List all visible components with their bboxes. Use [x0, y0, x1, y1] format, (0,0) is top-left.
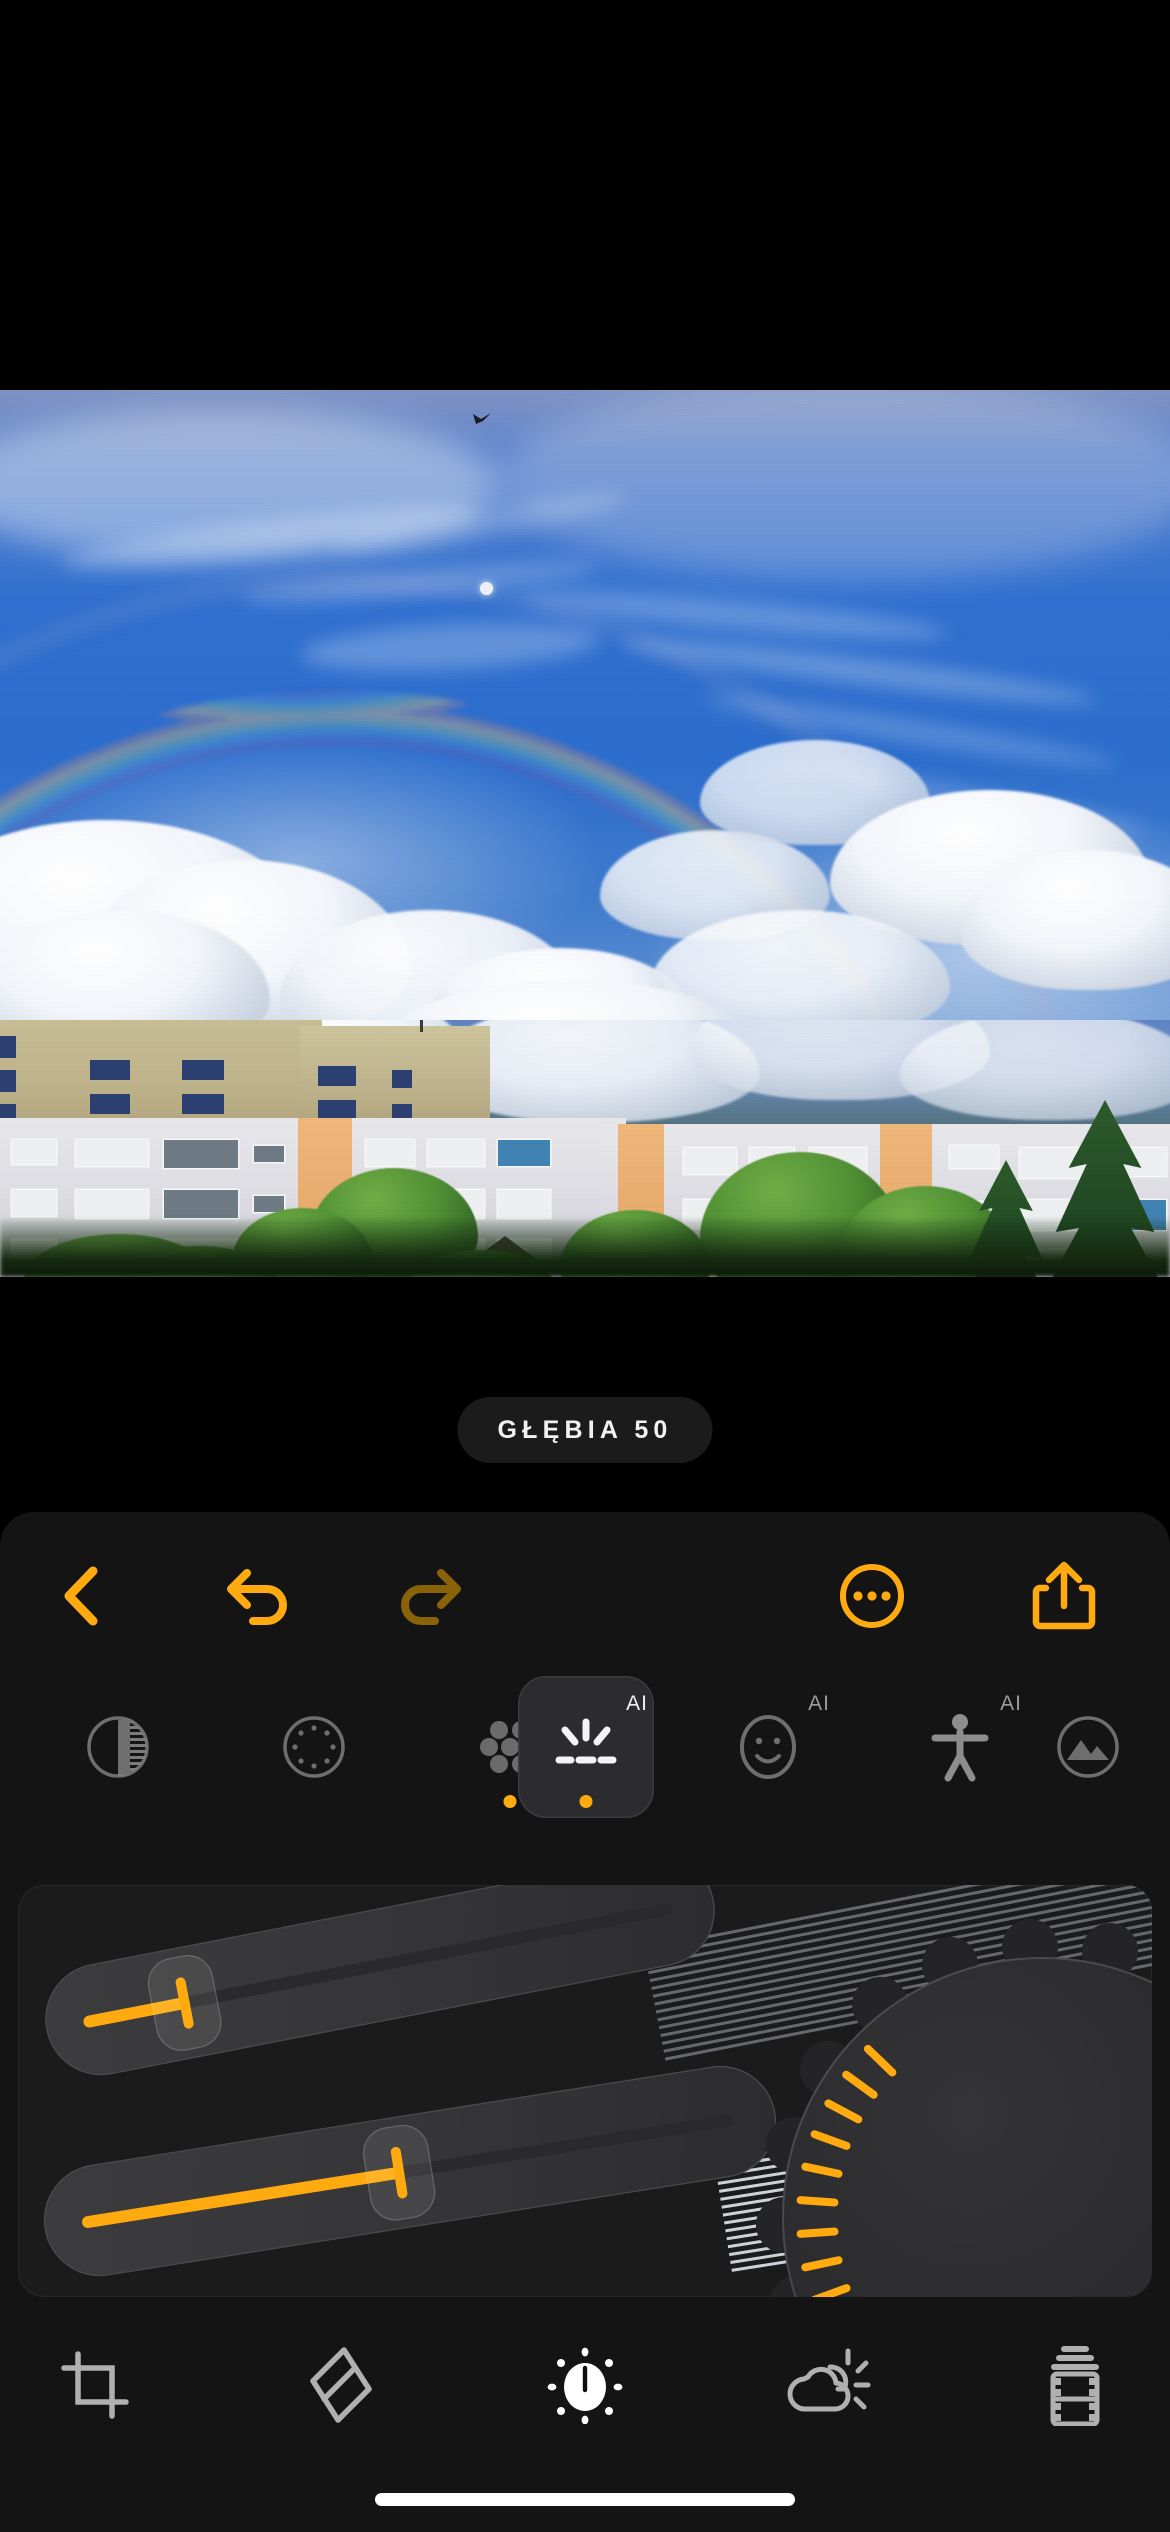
bird: [472, 412, 492, 425]
slider-upper[interactable]: [35, 1885, 725, 2085]
landscape-icon: [1049, 1708, 1127, 1786]
effect-tool-row: AI AI AI: [0, 1662, 1170, 1832]
nav-item-crop[interactable]: [0, 2312, 190, 2462]
eraser-icon: [308, 2345, 374, 2430]
more-circle-icon: [838, 1562, 906, 1635]
photo-image: [0, 390, 1170, 1277]
tool-face[interactable]: AI: [700, 1676, 836, 1818]
slider-lower-fill: [81, 2166, 406, 2229]
depth-burst-icon: [547, 1708, 625, 1786]
editor-panel: AI AI AI: [0, 1512, 1170, 2532]
crop-icon: [58, 2348, 132, 2427]
ai-badge: AI: [1000, 1692, 1022, 1715]
home-indicator[interactable]: [375, 2493, 795, 2506]
tool-landscape[interactable]: [1020, 1676, 1156, 1818]
bottom-nav: [0, 2312, 1170, 2462]
share-button[interactable]: [1010, 1544, 1118, 1652]
body-icon: [921, 1708, 999, 1786]
buildings-region: [0, 1020, 1170, 1277]
value-badge-label: GŁĘBIA 50: [497, 1415, 673, 1444]
slider-upper-knob[interactable]: [143, 1950, 227, 2056]
redo-button[interactable]: [372, 1544, 480, 1652]
tool-vignette[interactable]: [246, 1676, 382, 1818]
active-indicator-dot: [503, 1795, 517, 1808]
nav-item-film[interactable]: [980, 2312, 1170, 2462]
nav-item-retouch[interactable]: [246, 2312, 436, 2462]
more-options-button[interactable]: [818, 1544, 926, 1652]
ai-badge: AI: [808, 1692, 830, 1715]
film-strip-icon: [1041, 2344, 1109, 2431]
vignette-icon: [275, 1708, 353, 1786]
nav-item-effects[interactable]: [734, 2312, 924, 2462]
value-badge: GŁĘBIA 50: [457, 1397, 713, 1463]
contrast-icon: [79, 1708, 157, 1786]
tool-body[interactable]: AI: [892, 1676, 1028, 1818]
tool-depth[interactable]: AI: [518, 1676, 654, 1818]
moon: [480, 582, 493, 595]
nav-item-adjust[interactable]: [490, 2312, 680, 2462]
top-toolbar: [0, 1544, 1170, 1652]
active-indicator-dot: [579, 1795, 593, 1808]
app-screen: GŁĘBIA 50 AI AI AI: [0, 0, 1170, 2532]
brightness-dial-icon: [546, 2346, 624, 2429]
face-icon: [729, 1708, 807, 1786]
weather-cloud-sun-icon: [786, 2347, 872, 2428]
control-card[interactable]: [18, 1885, 1152, 2297]
undo-button[interactable]: [208, 1544, 316, 1652]
slider-lower-knob[interactable]: [359, 2121, 440, 2225]
share-icon: [1032, 1560, 1096, 1637]
tool-contrast[interactable]: [50, 1676, 186, 1818]
redo-icon: [391, 1565, 461, 1632]
photo-preview[interactable]: [0, 390, 1170, 1277]
slider-lower[interactable]: [35, 2057, 785, 2285]
chevron-left-icon: [57, 1565, 107, 1632]
back-button[interactable]: [28, 1544, 136, 1652]
ai-badge: AI: [626, 1692, 648, 1715]
undo-icon: [227, 1565, 297, 1632]
